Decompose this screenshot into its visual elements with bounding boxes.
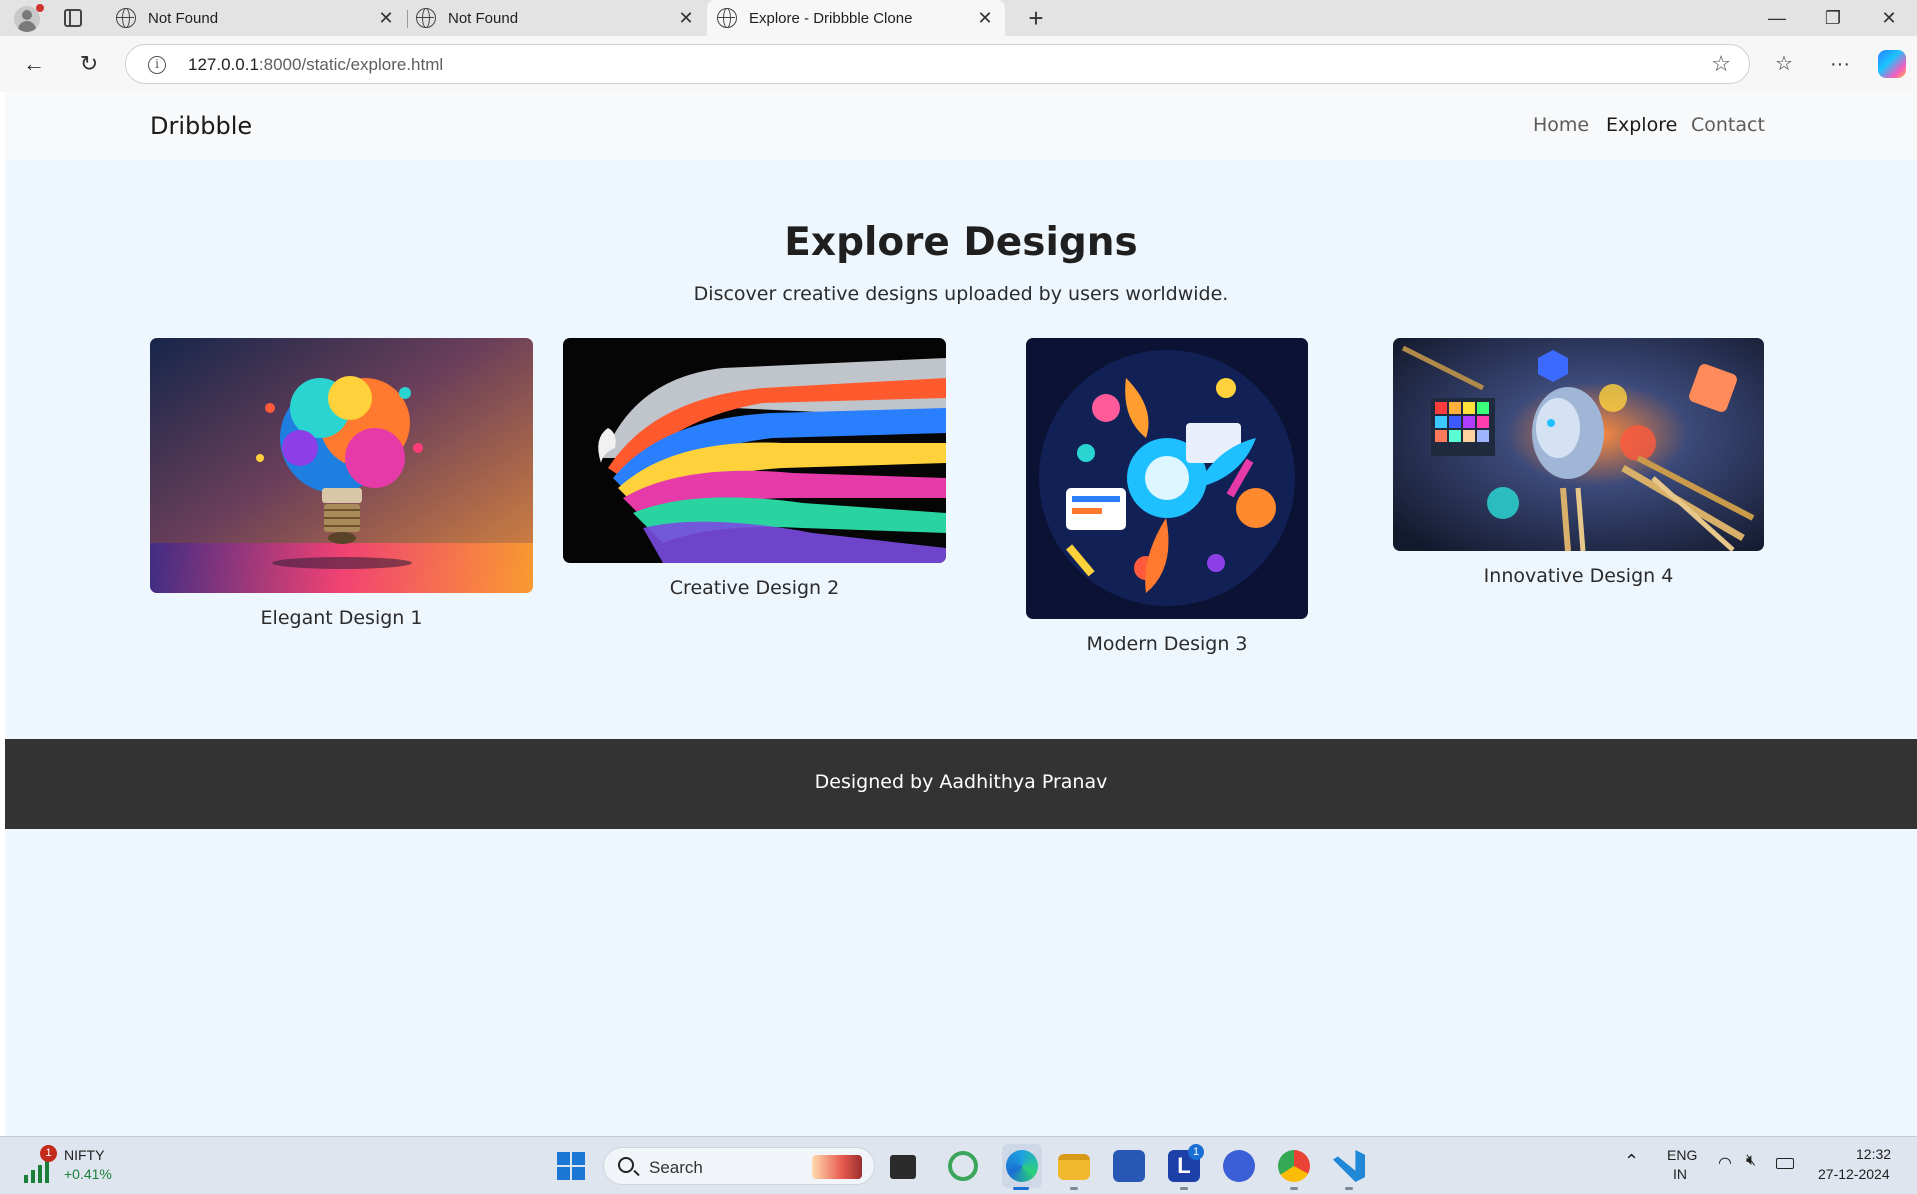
vscode-icon[interactable] bbox=[1333, 1150, 1365, 1182]
site-footer: Designed by Aadhithya Pranav bbox=[5, 739, 1917, 829]
nav-link-explore[interactable]: Explore bbox=[1606, 114, 1677, 136]
chrome-icon[interactable] bbox=[1278, 1150, 1310, 1182]
tech-collage-artwork bbox=[1393, 338, 1764, 551]
clock-date[interactable]: 27-12-2024 bbox=[1818, 1166, 1890, 1182]
l-app-indicator bbox=[1180, 1187, 1188, 1190]
windows-taskbar: 1 NIFTY +0.41% Search L 1 ⌃ ENG IN ◠ 🔇︎ … bbox=[0, 1136, 1917, 1194]
site-info-icon[interactable]: i bbox=[148, 56, 166, 74]
stock-widget[interactable]: 1 NIFTY +0.41% bbox=[22, 1145, 122, 1189]
start-button[interactable] bbox=[557, 1152, 585, 1180]
url-text[interactable]: 127.0.0.1:8000/static/explore.html bbox=[188, 55, 443, 75]
chevron-up-icon[interactable]: ⌃ bbox=[1624, 1151, 1639, 1172]
restore-icon[interactable]: ❐ bbox=[1805, 0, 1861, 36]
new-tab-icon[interactable]: + bbox=[1021, 3, 1051, 34]
globe-icon bbox=[116, 8, 136, 28]
tab-explore-active[interactable]: Explore - Dribbble Clone ✕ bbox=[707, 0, 1005, 36]
lightbulb-artwork bbox=[150, 338, 533, 593]
page-title: Explore Designs bbox=[784, 220, 1138, 265]
search-highlight-icon bbox=[812, 1155, 862, 1179]
color-palette-grid bbox=[1431, 398, 1495, 456]
site-navbar: Dribbble Home Explore Contact bbox=[5, 92, 1917, 160]
url-host: 127.0.0.1 bbox=[188, 55, 259, 74]
triangle-app-icon[interactable] bbox=[1223, 1150, 1255, 1182]
language-line2[interactable]: IN bbox=[1673, 1166, 1687, 1182]
more-options-icon[interactable]: ··· bbox=[1824, 48, 1856, 80]
wifi-icon[interactable]: ◠ bbox=[1718, 1153, 1732, 1173]
stock-change: +0.41% bbox=[64, 1166, 112, 1182]
close-window-icon[interactable]: ✕ bbox=[1861, 0, 1917, 36]
clock-time[interactable]: 12:32 bbox=[1856, 1146, 1891, 1162]
footer-credit: Designed by Aadhithya Pranav bbox=[814, 771, 1108, 793]
edge-browser-icon[interactable] bbox=[1006, 1150, 1038, 1182]
nav-link-home[interactable]: Home bbox=[1533, 114, 1589, 136]
windows-logo-icon bbox=[557, 1152, 585, 1180]
favorites-icon[interactable]: ☆ bbox=[1768, 48, 1800, 80]
globe-icon bbox=[416, 8, 436, 28]
edge-active-indicator bbox=[1013, 1187, 1029, 1190]
close-tab-icon[interactable]: ✕ bbox=[676, 8, 696, 29]
design-image-2[interactable] bbox=[563, 338, 946, 563]
copilot-icon[interactable] bbox=[1878, 50, 1906, 78]
profile-notification-dot bbox=[36, 4, 44, 12]
site-brand[interactable]: Dribbble bbox=[150, 112, 252, 140]
design-caption-4[interactable]: Innovative Design 4 bbox=[1393, 565, 1764, 587]
design-caption-2[interactable]: Creative Design 2 bbox=[563, 577, 946, 599]
reload-icon[interactable]: ↻ bbox=[73, 48, 105, 80]
tab-not-found-2[interactable]: Not Found ✕ bbox=[406, 0, 706, 36]
design-image-1[interactable] bbox=[150, 338, 533, 593]
minimize-icon[interactable]: — bbox=[1749, 0, 1805, 36]
globe-icon bbox=[717, 8, 737, 28]
vscode-indicator bbox=[1345, 1187, 1353, 1190]
icon-cluster-artwork bbox=[1026, 338, 1308, 619]
address-bar[interactable]: i 127.0.0.1:8000/static/explore.html ☆ bbox=[125, 44, 1750, 84]
file-explorer-icon[interactable] bbox=[1058, 1154, 1090, 1180]
design-image-4[interactable] bbox=[1393, 338, 1764, 551]
design-caption-3[interactable]: Modern Design 3 bbox=[1026, 633, 1308, 655]
search-label: Search bbox=[649, 1158, 703, 1177]
battery-icon[interactable] bbox=[1776, 1158, 1794, 1169]
search-icon bbox=[618, 1157, 634, 1173]
close-tab-icon[interactable]: ✕ bbox=[975, 8, 995, 29]
volume-muted-icon[interactable]: 🔇︎ bbox=[1746, 1152, 1756, 1170]
tab-not-found-1[interactable]: Not Found ✕ bbox=[106, 0, 406, 36]
explorer-indicator bbox=[1070, 1187, 1078, 1190]
tab-title: Explore - Dribbble Clone bbox=[749, 9, 913, 27]
tab-actions-icon[interactable] bbox=[64, 9, 82, 27]
chrome-indicator bbox=[1290, 1187, 1298, 1190]
stock-badge: 1 bbox=[40, 1145, 57, 1162]
url-path: :8000/static/explore.html bbox=[258, 55, 444, 74]
chart-bars-icon bbox=[24, 1161, 49, 1183]
close-tab-icon[interactable]: ✕ bbox=[376, 8, 396, 29]
favorite-star-icon[interactable]: ☆ bbox=[1711, 51, 1731, 77]
flowing-face-artwork bbox=[563, 338, 946, 563]
browser-toolbar: ← ↻ i 127.0.0.1:8000/static/explore.html… bbox=[0, 36, 1917, 92]
design-image-3[interactable] bbox=[1026, 338, 1308, 619]
design-caption-1[interactable]: Elegant Design 1 bbox=[150, 607, 533, 629]
store-icon[interactable] bbox=[1113, 1150, 1145, 1182]
tab-title: Not Found bbox=[148, 9, 219, 27]
l-app-badge: 1 bbox=[1188, 1144, 1204, 1160]
task-view-icon[interactable] bbox=[890, 1155, 916, 1179]
page-viewport: Dribbble Home Explore Contact Explore De… bbox=[5, 92, 1917, 1136]
page-subtitle: Discover creative designs uploaded by us… bbox=[693, 283, 1229, 305]
refresh-app-icon[interactable] bbox=[948, 1151, 978, 1181]
nav-link-contact[interactable]: Contact bbox=[1691, 114, 1765, 136]
back-arrow-icon[interactable]: ← bbox=[18, 48, 50, 80]
browser-tab-strip: Not Found ✕ Not Found ✕ Explore - Dribbb… bbox=[0, 0, 1917, 36]
stock-name: NIFTY bbox=[64, 1147, 105, 1163]
taskbar-search[interactable]: Search bbox=[603, 1147, 875, 1185]
tab-title: Not Found bbox=[448, 9, 519, 27]
language-line1[interactable]: ENG bbox=[1667, 1147, 1697, 1163]
